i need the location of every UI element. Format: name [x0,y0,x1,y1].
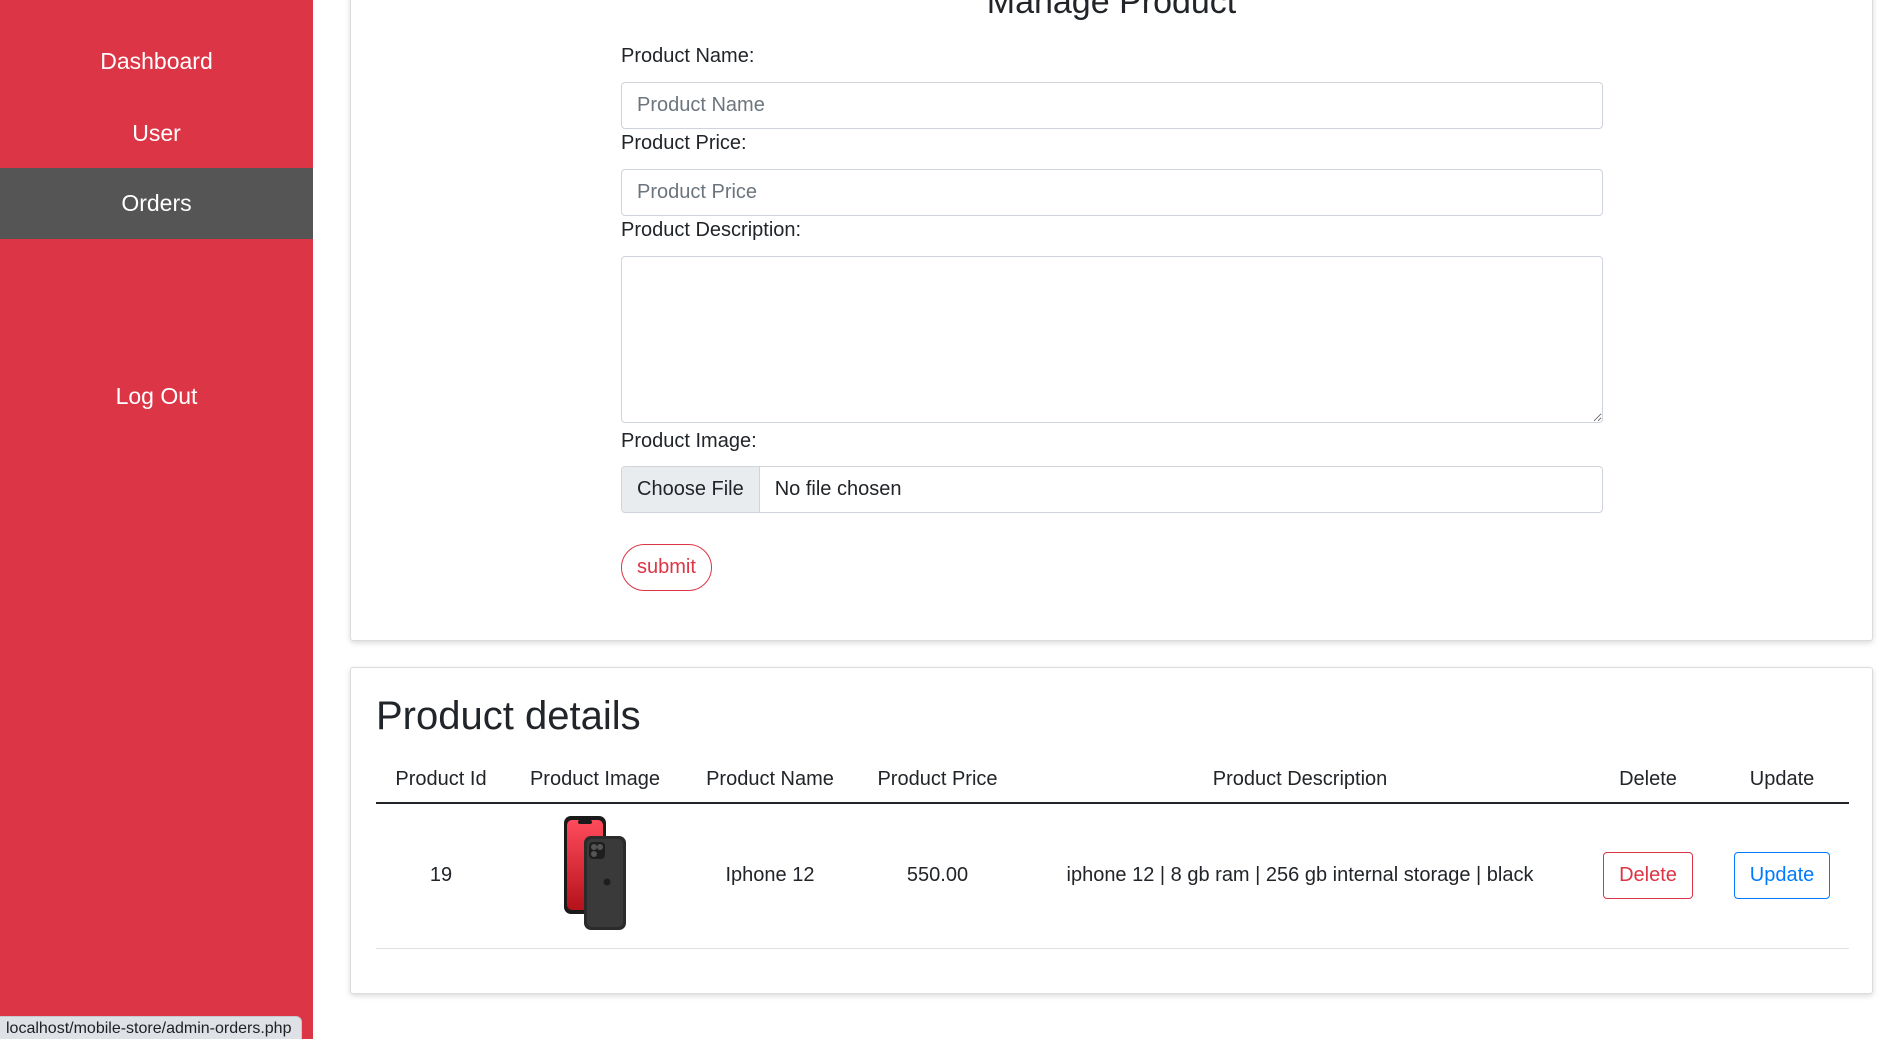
sidebar-item-label: Log Out [115,383,198,409]
product-name-label: Product Name: [621,45,755,67]
column-header-product-id: Product Id [376,756,506,804]
column-header-product-description: Product Description [1019,756,1581,804]
file-status: No file chosen [774,478,902,500]
section-title: Product details [376,694,641,738]
manage-product-card: Manage Product Product Name: Product Pri… [350,0,1873,641]
delete-button[interactable]: Delete [1603,852,1693,900]
column-header-update: Update [1715,756,1849,804]
sidebar-item-label: Dashboard [100,48,213,74]
sidebar-item-logout[interactable]: Log Out [0,361,313,432]
sidebar-item-orders[interactable]: Orders [0,168,313,239]
cell-delete: Delete [1581,803,1715,949]
sidebar-item-user[interactable]: User [0,98,313,169]
submit-button[interactable]: submit [621,544,712,591]
cell-product-name: Iphone 12 [684,803,856,949]
column-header-product-image: Product Image [506,756,684,804]
cell-product-price: 550.00 [856,803,1019,949]
product-table: Product Id Product Image Product Name Pr… [376,756,1849,949]
cell-product-id: 19 [376,803,506,949]
product-image-label: Product Image: [621,430,757,452]
column-header-product-price: Product Price [856,756,1019,804]
column-header-product-name: Product Name [684,756,856,804]
product-details-card: Product details Product Id Product Image… [350,667,1873,994]
page-title: Manage Product [986,0,1237,21]
cell-product-description: iphone 12 | 8 gb ram | 256 gb internal s… [1019,803,1581,949]
sidebar-item-dashboard[interactable]: Dashboard [0,26,313,97]
table-row: 19 Iphone 12 550.00 iphone 12 | 8 gb ram… [376,803,1849,949]
cell-product-image [506,803,684,949]
product-name-input[interactable] [621,82,1603,129]
sidebar: Dashboard User Orders Log Out [0,0,313,1039]
product-image-file-input[interactable]: Choose File No file chosen [621,466,1603,513]
column-header-delete: Delete [1581,756,1715,804]
product-description-label: Product Description: [621,219,802,241]
sidebar-item-label: Orders [121,190,192,216]
product-price-input[interactable] [621,169,1603,216]
status-url: localhost/mobile-store/admin-orders.php [0,1016,303,1039]
update-button[interactable]: Update [1733,852,1831,900]
sidebar-item-label: User [132,120,181,146]
product-price-label: Product Price: [621,132,747,154]
phone-image [562,814,628,938]
choose-file-button[interactable]: Choose File [622,467,760,512]
cell-update: Update [1715,803,1849,949]
product-description-textarea[interactable] [621,256,1603,423]
table-header-row: Product Id Product Image Product Name Pr… [376,756,1849,804]
